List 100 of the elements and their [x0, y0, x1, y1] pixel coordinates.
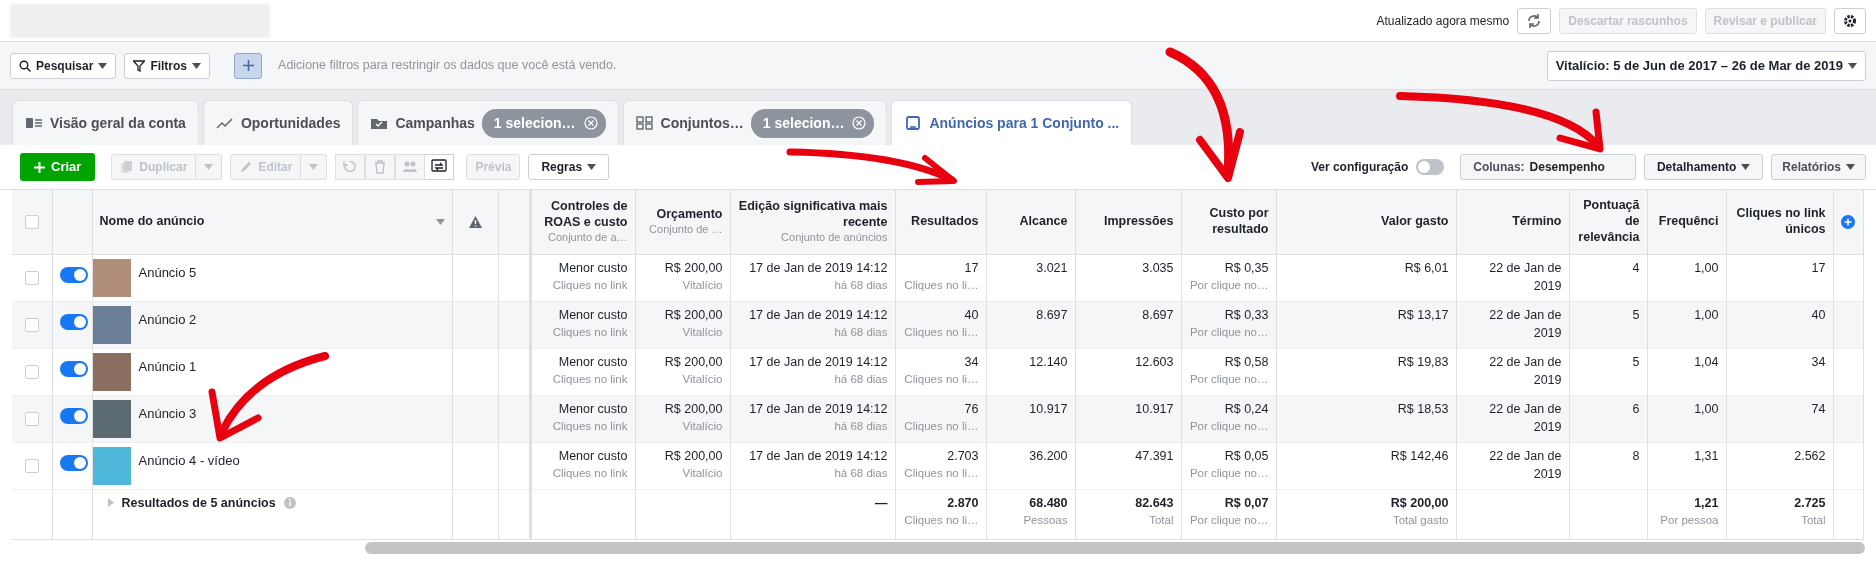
cell-value: 68.480: [1028, 494, 1068, 512]
refresh-icon: [1526, 12, 1543, 29]
cell-subtext: Cliques no link: [551, 325, 628, 341]
filter-icon: [133, 59, 146, 72]
row-checkbox[interactable]: [24, 458, 39, 473]
caret-icon: [192, 62, 202, 69]
status-toggle[interactable]: [59, 360, 88, 377]
breakdown-button[interactable]: Detalhamento: [1643, 154, 1764, 180]
tab[interactable]: Oportunidades: [202, 100, 354, 145]
cell-subtext: Total gasto: [1391, 513, 1449, 529]
cell-value: 12.140: [1028, 353, 1068, 371]
status-toggle[interactable]: [59, 454, 88, 471]
column-header[interactable]: Edição significativa mais recente: [737, 199, 888, 231]
cell-value: R$ 200,00: [1389, 494, 1449, 512]
column-header[interactable]: Nome do anúncio: [99, 213, 205, 230]
reports-button[interactable]: Relatórios: [1771, 154, 1866, 180]
cell-value: Menor custo: [557, 259, 628, 277]
cell-value: R$ 200,00: [663, 306, 723, 324]
cell-value: 74: [1810, 400, 1826, 418]
add-filter-button[interactable]: [234, 52, 263, 79]
tab[interactable]: Campanhas 1 selecion…: [357, 100, 619, 145]
cell-value: —: [874, 494, 888, 512]
tab[interactable]: Visão geral da conta: [12, 100, 199, 145]
cell-value: R$ 0,07: [1223, 494, 1269, 512]
search-button[interactable]: Pesquisar: [10, 52, 117, 79]
cell-value: 17 de Jan de 2019 14:12: [748, 259, 888, 277]
tab[interactable]: Anúncios para 1 Conjunto ...: [891, 100, 1133, 145]
date-range-button[interactable]: Vitalício: 5 de Jun de 2017 – 26 de Mar de 2019: [1546, 50, 1866, 81]
row-checkbox[interactable]: [24, 317, 39, 332]
tab[interactable]: Conjuntos… 1 selecion…: [622, 100, 888, 145]
cell-subtext: Cliques no li…: [903, 278, 979, 294]
cell-value: 76: [963, 400, 979, 418]
row-checkbox[interactable]: [24, 270, 39, 285]
cell-subtext: Cliques no link: [551, 419, 628, 435]
cell-value: 6: [1631, 400, 1640, 418]
cell-value: 34: [963, 353, 979, 371]
caret-icon: [1741, 164, 1751, 170]
cell-value: R$ 18,53: [1396, 400, 1449, 418]
select-all-checkbox[interactable]: [24, 214, 39, 229]
view-settings-label: Ver configuração: [1310, 159, 1409, 176]
cell-value: 36.200: [1028, 447, 1068, 465]
ad-name[interactable]: Anúncio 4 - vídeo: [138, 446, 240, 485]
ad-name[interactable]: Anúncio 3: [138, 399, 197, 438]
cell-value: 17: [963, 259, 979, 277]
cell-value: 5: [1631, 353, 1640, 371]
columns-button[interactable]: Colunas: Desempenho: [1460, 154, 1636, 180]
cell-value: 10.917: [1134, 400, 1174, 418]
caret-icon: [309, 164, 319, 170]
clear-icon: [852, 116, 867, 130]
cell-value: 8.697: [1141, 306, 1174, 324]
cell-subtext: Por clique no…: [1188, 278, 1269, 294]
column-header[interactable]: Orçamento: [642, 207, 723, 223]
cell-subtext: Por clique no…: [1188, 372, 1269, 388]
cell-subtext: Por clique no…: [1188, 513, 1269, 529]
row-checkbox[interactable]: [24, 411, 39, 426]
column-header[interactable]: Controles de ROAS e custo: [538, 199, 628, 231]
pencil-icon: [239, 160, 254, 174]
cell-value: R$ 0,35: [1223, 259, 1269, 277]
cell-value: 1,00: [1693, 306, 1719, 324]
grid-icon: [635, 116, 654, 130]
cell-subtext: há 68 dias: [833, 466, 888, 482]
rules-button[interactable]: Regras: [528, 154, 610, 180]
caret-icon: [587, 164, 597, 170]
row-checkbox[interactable]: [24, 364, 39, 379]
info-icon: [283, 496, 296, 509]
trend-line-icon: [215, 116, 234, 130]
plus-icon: [34, 161, 45, 173]
cell-subtext: Cliques no li…: [903, 325, 979, 341]
cell-value: 34: [1810, 353, 1826, 371]
cell-value: 17 de Jan de 2019 14:12: [748, 306, 888, 324]
account-overview-icon: [25, 116, 43, 130]
sort-caret-icon: [435, 218, 445, 225]
horizontal-scrollbar[interactable]: [365, 541, 1865, 554]
cell-value: 3.035: [1141, 259, 1174, 277]
ad-name[interactable]: Anúncio 5: [138, 258, 197, 297]
cell-value: 17: [1810, 259, 1826, 277]
refresh-button[interactable]: [1517, 7, 1552, 34]
plus-icon: [242, 60, 254, 71]
cell-subtext: há 68 dias: [833, 372, 888, 388]
cell-subtext: Cliques no li…: [903, 372, 979, 388]
cell-value: 40: [963, 306, 979, 324]
cell-subtext: há 68 dias: [833, 419, 888, 435]
settings-icon: [1843, 13, 1857, 28]
cell-value: R$ 200,00: [663, 400, 723, 418]
status-toggle[interactable]: [59, 266, 88, 283]
icon-button[interactable]: [425, 154, 455, 180]
filters-button[interactable]: Filtros: [124, 52, 211, 79]
cell-subtext: há 68 dias: [833, 278, 888, 294]
cell-value: 12.603: [1134, 353, 1174, 371]
cell-value: 47.391: [1134, 447, 1174, 465]
ad-name[interactable]: Anúncio 2: [138, 305, 197, 344]
ad-name[interactable]: Anúncio 1: [138, 352, 197, 391]
status-toggle[interactable]: [59, 407, 88, 424]
column-sublabel: Conjunto de anúncios: [780, 230, 888, 245]
settings-button[interactable]: [1834, 7, 1866, 34]
status-toggle[interactable]: [59, 313, 88, 330]
cell-value: 1,21: [1693, 494, 1719, 512]
cell-value: R$ 0,33: [1223, 306, 1269, 324]
reset-icon: [342, 159, 359, 175]
view-settings-toggle[interactable]: [1416, 159, 1445, 175]
